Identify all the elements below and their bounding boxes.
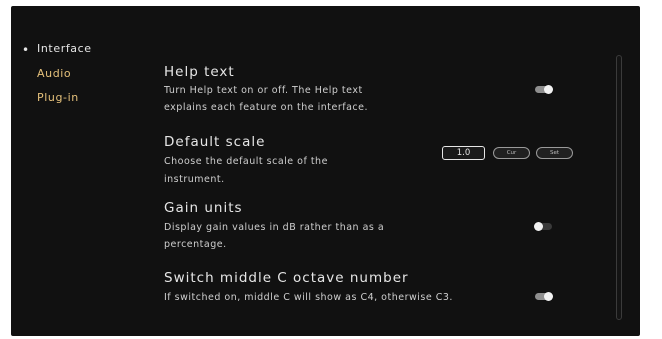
sidebar-item-interface[interactable]: Interface — [37, 42, 92, 55]
vertical-scrollbar[interactable] — [616, 55, 622, 320]
toggle-knob — [544, 292, 553, 301]
scale-cur-button[interactable]: Cur — [493, 147, 530, 159]
gain-units-title: Gain units — [164, 200, 243, 216]
middle-c-description: If switched on, middle C will show as C4… — [164, 292, 453, 303]
default-scale-input[interactable]: 1.0 — [442, 146, 485, 160]
gain-units-toggle[interactable] — [534, 222, 552, 231]
help-text-description-line2: explains each feature on the interface. — [164, 102, 369, 113]
default-scale-title: Default scale — [164, 134, 266, 150]
middle-c-toggle[interactable] — [535, 292, 553, 301]
toggle-knob — [534, 222, 543, 231]
help-text-title: Help text — [164, 64, 235, 80]
default-scale-description-line2: instrument. — [164, 174, 225, 185]
default-scale-description-line1: Choose the default scale of the — [164, 156, 328, 167]
middle-c-title: Switch middle C octave number — [164, 270, 409, 286]
help-text-toggle[interactable] — [535, 85, 553, 94]
sidebar-item-plug-in[interactable]: Plug-in — [37, 91, 79, 104]
active-bullet: • — [22, 43, 30, 57]
gain-units-description-line2: percentage. — [164, 239, 227, 250]
help-text-description-line1: Turn Help text on or off. The Help text — [164, 85, 363, 96]
scale-set-button[interactable]: Set — [536, 147, 573, 159]
gain-units-description-line1: Display gain values in dB rather than as… — [164, 222, 385, 233]
sidebar-item-audio[interactable]: Audio — [37, 67, 71, 80]
preferences-window — [11, 6, 640, 336]
toggle-knob — [544, 85, 553, 94]
